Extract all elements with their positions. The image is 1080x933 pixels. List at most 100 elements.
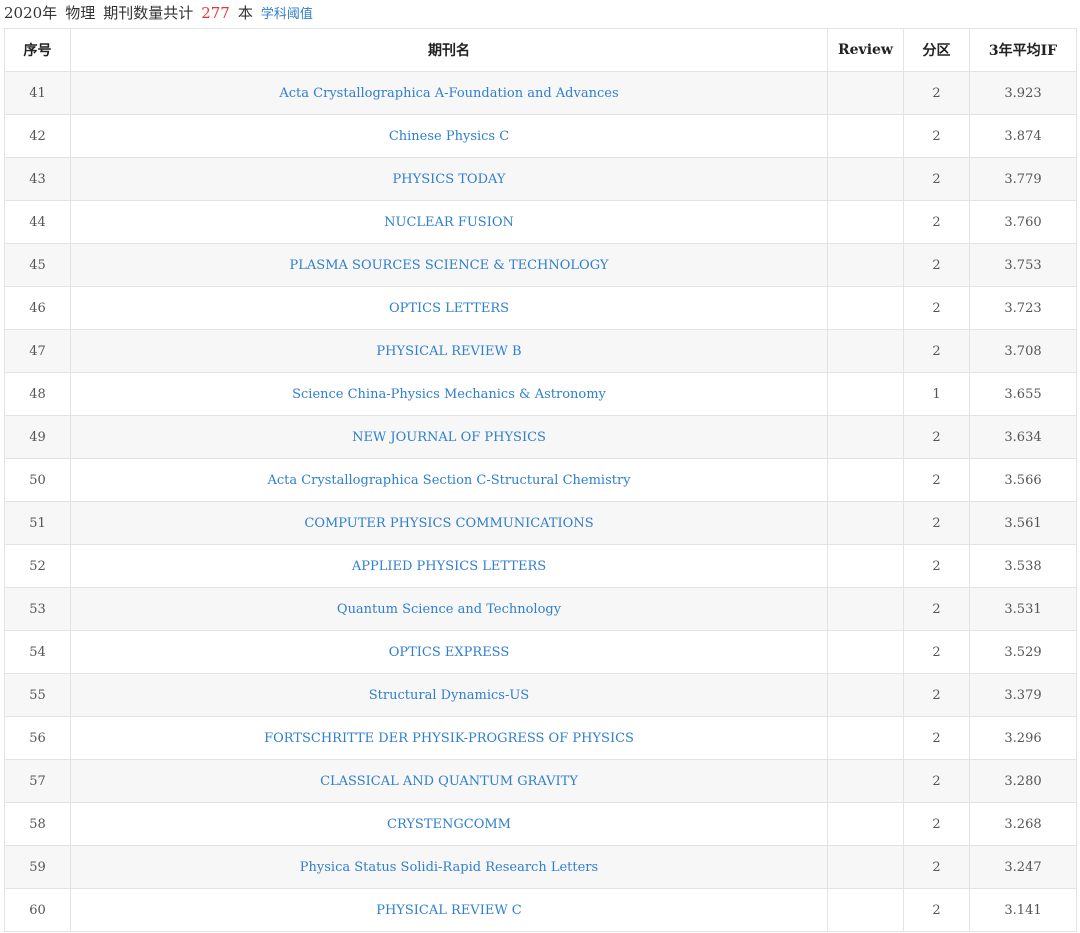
row-index: 45 xyxy=(4,243,71,287)
table-body: 41 Acta Crystallographica A-Foundation an… xyxy=(4,71,1077,932)
journal-name-link[interactable]: Acta Crystallographica Section C-Structu… xyxy=(70,458,828,502)
row-index: 58 xyxy=(4,802,71,846)
row-index: 59 xyxy=(4,845,71,889)
row-index: 60 xyxy=(4,888,71,932)
journal-count: 277 xyxy=(201,4,230,22)
row-3yr-avg-if: 3.760 xyxy=(969,200,1077,244)
journal-name-link[interactable]: Science China-Physics Mechanics & Astron… xyxy=(70,372,828,416)
journal-name-link[interactable]: CRYSTENGCOMM xyxy=(70,802,828,846)
row-zone: 2 xyxy=(903,114,970,158)
table-row: 56 FORTSCHRITTE DER PHYSIK-PROGRESS OF PH… xyxy=(4,716,1077,760)
table-row: 41 Acta Crystallographica A-Foundation an… xyxy=(4,71,1077,115)
journal-name-link[interactable]: Structural Dynamics-US xyxy=(70,673,828,717)
row-index: 41 xyxy=(4,71,71,115)
journal-name-link[interactable]: FORTSCHRITTE DER PHYSIK-PROGRESS OF PHYS… xyxy=(70,716,828,760)
table-header-row: 序号 期刊名 Review 分区 3年平均IF xyxy=(4,28,1077,72)
row-zone: 2 xyxy=(903,71,970,115)
journal-name-link[interactable]: PHYSICAL REVIEW C xyxy=(70,888,828,932)
row-review xyxy=(827,243,904,287)
table-row: 49 NEW JOURNAL OF PHYSICS 2 3.634 xyxy=(4,415,1077,459)
row-zone: 2 xyxy=(903,587,970,631)
journal-name-link[interactable]: PHYSICAL REVIEW B xyxy=(70,329,828,373)
row-zone: 2 xyxy=(903,673,970,717)
count-suffix: 本 xyxy=(237,4,253,22)
journal-name-link[interactable]: PHYSICS TODAY xyxy=(70,157,828,201)
subject-threshold-link[interactable]: 学科阈值 xyxy=(261,7,313,22)
row-zone: 2 xyxy=(903,759,970,803)
row-3yr-avg-if: 3.561 xyxy=(969,501,1077,545)
row-review xyxy=(827,458,904,502)
row-3yr-avg-if: 3.296 xyxy=(969,716,1077,760)
journal-name-link[interactable]: Acta Crystallographica A-Foundation and … xyxy=(70,71,828,115)
journal-name-link[interactable]: CLASSICAL AND QUANTUM GRAVITY xyxy=(70,759,828,803)
journal-name-link[interactable]: PLASMA SOURCES SCIENCE & TECHNOLOGY xyxy=(70,243,828,287)
journal-name-link[interactable]: OPTICS EXPRESS xyxy=(70,630,828,674)
journal-list-page: 2020年 物理 期刊数量共计 277 本学科阈值 序号 期刊名 Review 分区 3… xyxy=(0,0,1080,933)
journal-name-link[interactable]: NUCLEAR FUSION xyxy=(70,200,828,244)
table-row: 45 PLASMA SOURCES SCIENCE & TECHNOLOGY 2 3.… xyxy=(4,243,1077,287)
table-row: 48 Science China-Physics Mechanics & Astr… xyxy=(4,372,1077,416)
row-review xyxy=(827,673,904,717)
row-zone: 2 xyxy=(903,802,970,846)
row-index: 57 xyxy=(4,759,71,803)
row-zone: 2 xyxy=(903,243,970,287)
table-row: 52 APPLIED PHYSICS LETTERS 2 3.538 xyxy=(4,544,1077,588)
journal-name-link[interactable]: OPTICS LETTERS xyxy=(70,286,828,330)
row-zone: 2 xyxy=(903,458,970,502)
row-zone: 2 xyxy=(903,845,970,889)
row-review xyxy=(827,114,904,158)
row-zone: 2 xyxy=(903,200,970,244)
row-index: 55 xyxy=(4,673,71,717)
header-index: 序号 xyxy=(4,28,71,72)
header-zone: 分区 xyxy=(903,28,970,72)
row-3yr-avg-if: 3.247 xyxy=(969,845,1077,889)
table-row: 58 CRYSTENGCOMM 2 3.268 xyxy=(4,802,1077,846)
row-index: 47 xyxy=(4,329,71,373)
row-index: 56 xyxy=(4,716,71,760)
summary-bar: 2020年 物理 期刊数量共计 277 本学科阈值 xyxy=(0,0,1080,28)
row-review xyxy=(827,71,904,115)
journal-name-link[interactable]: APPLIED PHYSICS LETTERS xyxy=(70,544,828,588)
row-zone: 2 xyxy=(903,157,970,201)
journal-name-link[interactable]: Physica Status Solidi-Rapid Research Let… xyxy=(70,845,828,889)
table-row: 50 Acta Crystallographica Section C-Struc… xyxy=(4,458,1077,502)
row-3yr-avg-if: 3.634 xyxy=(969,415,1077,459)
row-3yr-avg-if: 3.753 xyxy=(969,243,1077,287)
subject-label: 物理 xyxy=(65,4,96,22)
row-3yr-avg-if: 3.141 xyxy=(969,888,1077,932)
row-review xyxy=(827,157,904,201)
row-review xyxy=(827,888,904,932)
row-3yr-avg-if: 3.923 xyxy=(969,71,1077,115)
row-3yr-avg-if: 3.723 xyxy=(969,286,1077,330)
row-review xyxy=(827,286,904,330)
row-index: 48 xyxy=(4,372,71,416)
table-row: 42 Chinese Physics C 2 3.874 xyxy=(4,114,1077,158)
row-3yr-avg-if: 3.655 xyxy=(969,372,1077,416)
table-row: 44 NUCLEAR FUSION 2 3.760 xyxy=(4,200,1077,244)
table-row: 53 Quantum Science and Technology 2 3.531 xyxy=(4,587,1077,631)
journal-name-link[interactable]: NEW JOURNAL OF PHYSICS xyxy=(70,415,828,459)
row-zone: 2 xyxy=(903,329,970,373)
row-index: 51 xyxy=(4,501,71,545)
row-zone: 2 xyxy=(903,544,970,588)
row-review xyxy=(827,501,904,545)
row-zone: 1 xyxy=(903,372,970,416)
table-row: 47 PHYSICAL REVIEW B 2 3.708 xyxy=(4,329,1077,373)
row-zone: 2 xyxy=(903,716,970,760)
table-row: 54 OPTICS EXPRESS 2 3.529 xyxy=(4,630,1077,674)
row-zone: 2 xyxy=(903,630,970,674)
header-review: Review xyxy=(827,28,904,72)
row-index: 53 xyxy=(4,587,71,631)
row-zone: 2 xyxy=(903,888,970,932)
header-3yr-avg-if: 3年平均IF xyxy=(969,28,1077,72)
journal-name-link[interactable]: COMPUTER PHYSICS COMMUNICATIONS xyxy=(70,501,828,545)
row-3yr-avg-if: 3.280 xyxy=(969,759,1077,803)
row-3yr-avg-if: 3.708 xyxy=(969,329,1077,373)
journal-name-link[interactable]: Chinese Physics C xyxy=(70,114,828,158)
table-row: 57 CLASSICAL AND QUANTUM GRAVITY 2 3.280 xyxy=(4,759,1077,803)
journal-name-link[interactable]: Quantum Science and Technology xyxy=(70,587,828,631)
table-row: 43 PHYSICS TODAY 2 3.779 xyxy=(4,157,1077,201)
row-review xyxy=(827,200,904,244)
row-zone: 2 xyxy=(903,501,970,545)
row-3yr-avg-if: 3.566 xyxy=(969,458,1077,502)
